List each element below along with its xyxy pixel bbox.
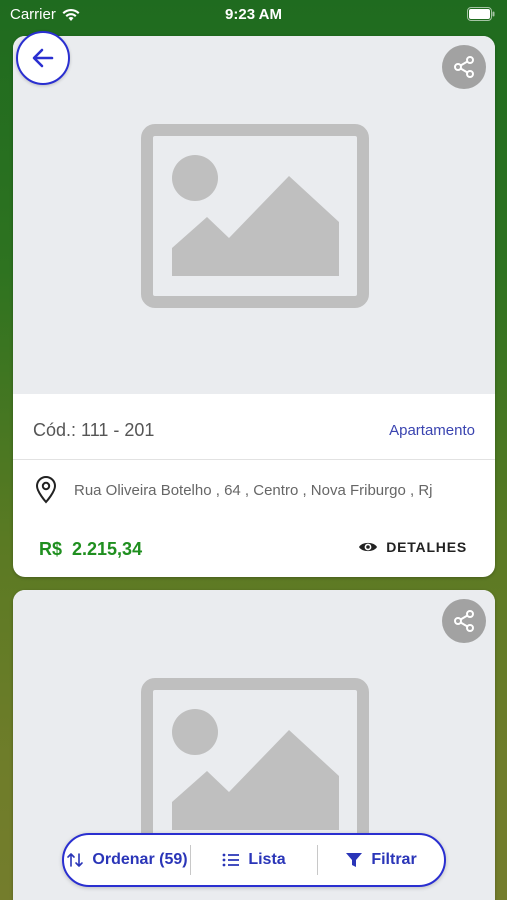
listing-price: R$ 2.215,34 <box>39 539 143 559</box>
listing-footer: R$ 2.215,34 DETALHES <box>13 520 495 577</box>
bottom-action-bar: Ordenar (59) Lista Filtrar <box>62 833 446 887</box>
back-button[interactable] <box>16 31 70 85</box>
filter-label: Filtrar <box>371 851 417 868</box>
share-button[interactable] <box>442 599 486 643</box>
listing-card[interactable]: Cód.: 111 - 201 Apartamento Rua Oliveira… <box>13 36 495 577</box>
filter-icon <box>346 853 363 867</box>
filter-button[interactable]: Filtrar <box>318 835 444 885</box>
back-arrow-icon <box>32 48 54 68</box>
list-icon <box>222 853 240 867</box>
status-bar: Carrier 9:23 AM <box>0 0 507 30</box>
list-button[interactable]: Lista <box>191 835 317 885</box>
clock: 9:23 AM <box>225 6 282 23</box>
list-label: Lista <box>248 851 286 868</box>
listing-image[interactable] <box>13 36 495 394</box>
listing-address-row: Rua Oliveira Botelho , 64 , Centro , Nov… <box>13 460 495 520</box>
sort-button[interactable]: Ordenar (59) <box>64 835 190 885</box>
details-label: DETALHES <box>386 539 467 555</box>
details-button[interactable]: DETALHES <box>358 539 467 555</box>
listing-code: Cód.: 111 - 201 <box>33 420 155 440</box>
battery-icon <box>467 7 495 25</box>
listing-address: Rua Oliveira Botelho , 64 , Centro , Nov… <box>74 482 433 499</box>
sort-icon <box>67 853 84 867</box>
sort-label: Ordenar (59) <box>92 851 188 868</box>
image-placeholder-icon <box>141 124 369 308</box>
share-icon <box>454 56 474 78</box>
share-icon <box>454 610 474 632</box>
location-pin-icon <box>35 476 57 504</box>
eye-icon <box>359 542 378 552</box>
share-button[interactable] <box>442 45 486 89</box>
listing-type: Apartamento <box>389 422 475 439</box>
listing-header: Cód.: 111 - 201 Apartamento <box>13 394 495 460</box>
